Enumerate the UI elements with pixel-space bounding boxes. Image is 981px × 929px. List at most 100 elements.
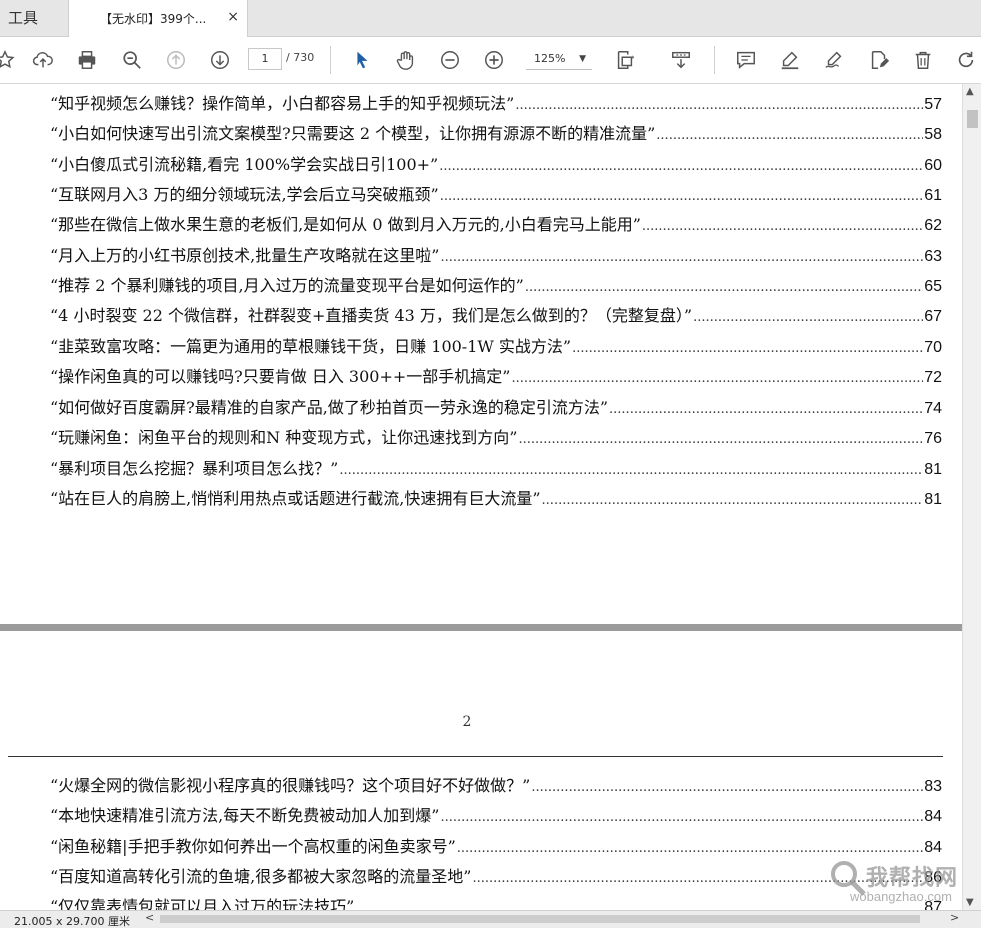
toc-entry-page: 74 [924,400,942,417]
sign-icon[interactable] [821,47,847,73]
toc-entry-title: “暴利项目怎么挖掘？暴利项目怎么找？” [50,459,339,478]
horizontal-scrollbar-thumb[interactable] [160,915,920,923]
toc-entry-page: 60 [924,157,942,174]
toc-entry-title: “仅仅靠表情包就可以月入过万的玩法技巧” [50,897,355,910]
toc-entry-title: “本地快速精准引流方法,每天不断免费被动加人加到爆” [50,806,440,825]
toc-leader-dots: ........................................… [609,402,924,417]
scroll-right-icon[interactable]: > [950,911,959,924]
toc-entry[interactable]: “仅仅靠表情包就可以月入过万的玩法技巧”....................… [50,893,942,910]
rotate-icon[interactable] [953,47,979,73]
toc-entry-page: 81 [924,461,942,478]
toolbar: 1 / 730 125% ▼ [0,37,981,84]
chevron-down-icon: ▼ [579,54,586,64]
toc-entry-page: 76 [924,430,942,447]
toc-entry[interactable]: “韭菜致富攻略：一篇更为通用的草根赚钱干货，日赚 100-1W 实战方法”...… [50,333,942,363]
toc-entry-page: 84 [924,808,942,825]
toc-entry[interactable]: “小白如何快速写出引流文案模型?只需要这 2 个模型，让你拥有源源不断的精准流量… [50,120,942,150]
toc-leader-dots: ........................................… [515,98,924,113]
scroll-left-icon[interactable]: < [145,911,154,924]
highlight-icon[interactable] [777,47,803,73]
toc-leader-dots: ........................................… [440,250,924,265]
cloud-upload-icon[interactable] [30,47,56,73]
scrollbar-thumb[interactable] [967,110,978,128]
watermark-url: wobangzhao.com [850,889,952,904]
toc-entry-page: 65 [924,278,942,295]
close-tab-icon[interactable]: × [227,9,239,25]
toc-entry-title: “那些在微信上做水果生意的老板们,是如何从 0 做到月入万元的,小白看完马上能用… [50,215,641,234]
hand-icon[interactable] [393,47,419,73]
toc-entry-title: “百度知道高转化引流的鱼塘,很多都被大家忽略的流量圣地” [50,867,472,886]
toc-entry[interactable]: “操作闲鱼真的可以赚钱吗?只要肯做 日入 300++一部手机搞定”.......… [50,363,942,393]
toolbar-divider [330,46,331,74]
toc-entry[interactable]: “本地快速精准引流方法,每天不断免费被动加人加到爆”..............… [50,802,942,832]
toc-entry-page: 58 [924,126,942,143]
document-viewport[interactable]: “知乎视频怎么赚钱？操作简单，小白都容易上手的知乎视频玩法”..........… [0,84,962,910]
toc-entry-page: 70 [924,339,942,356]
toc-entry[interactable]: “站在巨人的肩膀上,悄悄利用热点或话题进行截流,快速拥有巨大流量”.......… [50,485,942,515]
page-fit-icon[interactable] [612,47,638,73]
edit-icon[interactable] [866,47,892,73]
comment-icon[interactable] [733,47,759,73]
toc-leader-dots: ........................................… [541,493,924,508]
toc-entry-title: “推荐 2 个暴利赚钱的项目,月入过万的流量变现平台是如何运作的” [50,276,524,295]
tab-document[interactable]: 【无水印】399个... × [68,0,248,37]
watermark-text: 我帮找网 [866,866,959,891]
select-arrow-icon[interactable] [349,47,375,73]
page-down-icon[interactable] [207,47,233,73]
print-icon[interactable] [74,47,100,73]
toc-leader-dots: ........................................… [440,810,924,825]
toc-entry-title: “小白傻瓜式引流秘籍,看完 100%学会实战日引100+” [50,155,439,174]
zoom-value: 125% [534,52,566,65]
page-up-icon[interactable] [163,47,189,73]
toc-entry-title: “火爆全网的微信影视小程序真的很赚钱吗？这个项目好不好做做？” [50,776,531,795]
toc-entry-title: “互联网月入3 万的细分领域玩法,学会后立马突破瓶颈” [50,185,439,204]
zoom-out-icon[interactable] [437,47,463,73]
page-number-input[interactable]: 1 [248,48,282,70]
toc-entry-page: 81 [924,491,942,508]
toc-entry[interactable]: “玩赚闲鱼：闲鱼平台的规则和N 种变现方式，让你迅速找到方向”.........… [50,424,942,454]
tab-tools[interactable]: 工具 [0,0,68,36]
tab-bar: 工具 【无水印】399个... × [0,0,981,37]
toc-entry[interactable]: “知乎视频怎么赚钱？操作简单，小白都容易上手的知乎视频玩法”..........… [50,90,942,120]
star-icon[interactable] [0,47,18,73]
vertical-scrollbar[interactable]: ▲ ▼ [962,84,981,910]
toc-entry-page: 57 [924,96,942,113]
toc-entry[interactable]: “那些在微信上做水果生意的老板们,是如何从 0 做到月入万元的,小白看完马上能用… [50,211,942,241]
toc-entry[interactable]: “推荐 2 个暴利赚钱的项目,月入过万的流量变现平台是如何运作的”.......… [50,272,942,302]
toc-entry[interactable]: “闲鱼秘籍|手把手教你如何养出一个高权重的闲鱼卖家号”.............… [50,833,942,863]
scroll-up-icon[interactable]: ▲ [966,86,974,97]
toc-entry[interactable]: “暴利项目怎么挖掘？暴利项目怎么找？”.....................… [50,455,942,485]
toc-entry-title: “闲鱼秘籍|手把手教你如何养出一个高权重的闲鱼卖家号” [50,837,456,856]
toc-leader-dots: ........................................… [524,280,923,295]
toc-entry-title: “月入上万的小红书原创技术,批量生产攻略就在这里啦” [50,246,440,265]
toc-leader-dots: ........................................… [572,341,924,356]
toc-entry-title: “4 小时裂变 22 个微信群，社群裂变+直播卖货 43 万，我们是怎么做到的？… [50,306,693,325]
toolbar-divider [714,46,715,74]
toc-leader-dots: ........................................… [439,159,923,174]
toc-entry-page: 63 [924,248,942,265]
toc-entry-title: “操作闲鱼真的可以赚钱吗?只要肯做 日入 300++一部手机搞定” [50,367,511,386]
zoom-in-icon[interactable] [481,47,507,73]
page-number-label: 2 [462,714,472,730]
zoom-search-icon[interactable] [119,47,145,73]
toc-leader-dots: ........................................… [456,841,923,856]
toc-entry-title: “如何做好百度霸屏?最精准的自家产品,做了秒拍首页一劳永逸的稳定引流方法” [50,398,609,417]
toc-entry[interactable]: “如何做好百度霸屏?最精准的自家产品,做了秒拍首页一劳永逸的稳定引流方法”...… [50,394,942,424]
toc-entry[interactable]: “小白傻瓜式引流秘籍,看完 100%学会实战日引100+”...........… [50,151,942,181]
toc-entry-title: “站在巨人的肩膀上,悄悄利用热点或话题进行截流,快速拥有巨大流量” [50,489,541,508]
toc-entry-title: “韭菜致富攻略：一篇更为通用的草根赚钱干货，日赚 100-1W 实战方法” [50,337,572,356]
watermark-logo: 我帮找网 wobangzhao.com [828,856,978,906]
toc-entry[interactable]: “互联网月入3 万的细分领域玩法,学会后立马突破瓶颈”.............… [50,181,942,211]
zoom-select[interactable]: 125% ▼ [526,48,592,70]
toc-entry-page: 84 [924,839,942,856]
delete-icon[interactable] [910,47,936,73]
status-bar: 21.005 x 29.700 厘米 < > [0,910,981,928]
toc-leader-dots: ........................................… [531,780,923,795]
header-rule [8,756,943,757]
toc-entry[interactable]: “月入上万的小红书原创技术,批量生产攻略就在这里啦”..............… [50,242,942,272]
toc-entry-title: “玩赚闲鱼：闲鱼平台的规则和N 种变现方式，让你迅速找到方向” [50,428,518,447]
toc-entry[interactable]: “百度知道高转化引流的鱼塘,很多都被大家忽略的流量圣地”............… [50,863,942,893]
toc-entry[interactable]: “4 小时裂变 22 个微信群，社群裂变+直播卖货 43 万，我们是怎么做到的？… [50,302,942,332]
scroll-mode-icon[interactable] [668,47,694,73]
toc-entry[interactable]: “火爆全网的微信影视小程序真的很赚钱吗？这个项目好不好做做？”.........… [50,772,942,802]
